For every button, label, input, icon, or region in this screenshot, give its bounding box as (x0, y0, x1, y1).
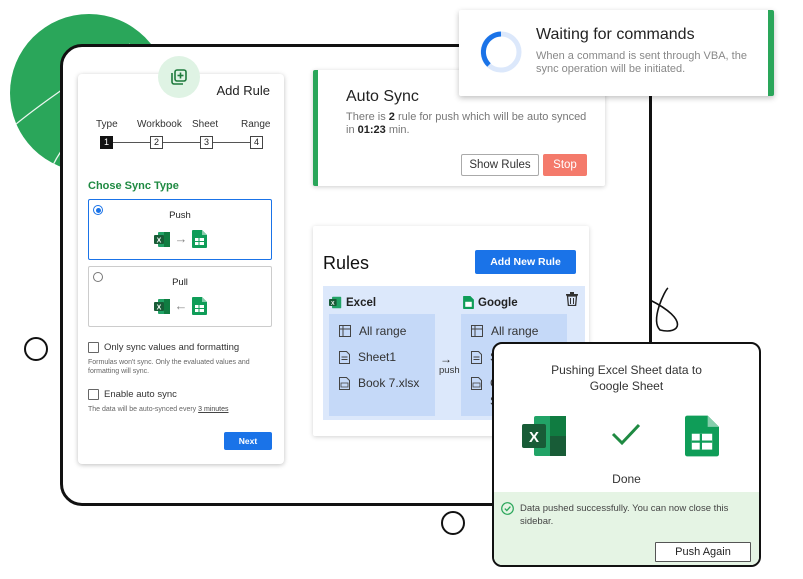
countdown-time: 01:23 (357, 124, 386, 136)
pushing-message-line-1: Pushing Excel Sheet data to (551, 363, 702, 377)
arrow-right-icon: → (174, 231, 188, 246)
source-range: All range (339, 324, 406, 338)
next-button[interactable]: Next (224, 432, 272, 450)
auto-sync-interval-link[interactable]: 3 minutes (198, 406, 228, 413)
stepper: 1 2 3 4 (100, 136, 263, 150)
done-status: Done (612, 472, 641, 486)
sheet-icon (339, 350, 350, 364)
push-again-button[interactable]: Push Again (655, 542, 751, 562)
pushing-status-panel: Pushing Excel Sheet data to Google Sheet… (492, 342, 761, 567)
step-1[interactable]: 1 (100, 136, 113, 149)
stepper-line (113, 142, 150, 143)
table-grid-icon (471, 325, 483, 337)
google-sheets-icon (191, 297, 207, 315)
add-rule-badge (158, 56, 200, 98)
table-grid-icon (339, 325, 351, 337)
source-workbook: Book 7.xlsx (339, 376, 419, 390)
push-arrow-icon: → (440, 352, 452, 366)
workbook-file-icon (471, 376, 482, 390)
source-header-label: Excel (346, 296, 377, 309)
arrow-left-icon: ← (174, 298, 188, 313)
auto-sync-text-part: There is (346, 111, 389, 123)
source-sheet-label: Sheet1 (358, 350, 397, 364)
rules-title: Rules (323, 253, 370, 273)
loading-spinner-icon (480, 31, 522, 73)
trash-icon[interactable] (566, 292, 578, 306)
step-label-range: Range (241, 119, 271, 130)
svg-text:X: X (529, 429, 539, 446)
source-details: All range Sheet1 Book 7.xlsx (329, 314, 435, 416)
auto-sync-title: Auto Sync (346, 88, 419, 105)
step-label-workbook: Workbook (137, 119, 182, 130)
source-header: X Excel (329, 296, 376, 309)
target-range-label: All range (491, 324, 539, 338)
sheet-icon (471, 350, 482, 364)
add-rule-title: Add Rule (216, 83, 270, 98)
google-sheets-icon (463, 296, 474, 309)
step-label-sheet: Sheet (192, 119, 219, 130)
excel-icon: X (522, 416, 566, 456)
success-message: Data pushed successfully. You can now cl… (520, 503, 729, 527)
auto-sync-note-text: The data will be auto-synced every (88, 406, 199, 413)
pull-option-card[interactable]: Pull X ← (88, 266, 272, 327)
push-option-label: Push (169, 210, 191, 221)
target-header-label: Google (478, 296, 518, 309)
svg-text:X: X (331, 301, 335, 307)
only-sync-row[interactable]: Only sync values and formatting (88, 342, 239, 353)
push-direction-label: push (439, 365, 460, 376)
add-layer-icon (171, 69, 187, 85)
add-new-rule-button[interactable]: Add New Rule (475, 250, 576, 274)
excel-icon: X (153, 298, 170, 314)
stepper-line (213, 142, 251, 143)
excel-icon: X (153, 231, 170, 247)
source-range-label: All range (359, 324, 407, 338)
checkmark-icon (611, 423, 641, 446)
source-sheet: Sheet1 (339, 350, 396, 364)
show-rules-button[interactable]: Show Rules (461, 154, 539, 176)
auto-sync-label: Enable auto sync (104, 389, 177, 400)
only-sync-note: Formulas won't sync. Only the evaluated … (88, 359, 250, 375)
svg-text:X: X (156, 237, 161, 244)
auto-sync-text: There is 2 rule for push which will be a… (346, 111, 596, 137)
pull-option-label: Pull (172, 277, 188, 288)
stop-button[interactable]: Stop (543, 154, 587, 176)
sync-type-heading: Chose Sync Type (88, 180, 179, 192)
auto-sync-note: The data will be auto-synced every 3 min… (88, 405, 274, 414)
waiting-text: When a command is sent through VBA, the … (536, 50, 747, 75)
google-sheets-icon (685, 415, 719, 457)
step-3[interactable]: 3 (200, 136, 213, 149)
auto-sync-checkbox[interactable] (88, 389, 99, 400)
step-4[interactable]: 4 (250, 136, 263, 149)
success-check-icon (501, 502, 514, 515)
add-rule-panel: Add Rule Type Workbook Sheet Range 1 2 3… (78, 56, 284, 464)
push-option-icons: X → (89, 230, 271, 248)
pushing-message: Pushing Excel Sheet data to Google Sheet (494, 362, 759, 394)
success-banner: Data pushed successfully. You can now cl… (494, 492, 759, 565)
stage: Add Rule Type Workbook Sheet Range 1 2 3… (0, 0, 803, 579)
step-label-type: Type (96, 119, 118, 130)
pushing-message-line-2: Google Sheet (589, 379, 664, 393)
step-2[interactable]: 2 (150, 136, 163, 149)
only-sync-label: Only sync values and formatting (104, 342, 240, 353)
workbook-file-icon (339, 376, 350, 390)
waiting-popup: Waiting for commands When a command is s… (459, 10, 774, 96)
target-header: Google (463, 296, 518, 309)
source-workbook-label: Book 7.xlsx (358, 376, 420, 390)
google-sheets-icon (191, 230, 207, 248)
stepper-line (163, 142, 200, 143)
auto-sync-row[interactable]: Enable auto sync (88, 389, 177, 400)
pull-option-icons: X ← (89, 297, 271, 315)
svg-text:X: X (156, 304, 161, 311)
waiting-title: Waiting for commands (536, 26, 695, 43)
only-sync-checkbox[interactable] (88, 342, 99, 353)
excel-icon: X (329, 296, 342, 309)
pushing-icons: X (522, 414, 742, 458)
push-option-card[interactable]: Push X → (88, 199, 272, 260)
target-range: All range (471, 324, 538, 338)
auto-sync-text-part: min. (385, 124, 410, 136)
